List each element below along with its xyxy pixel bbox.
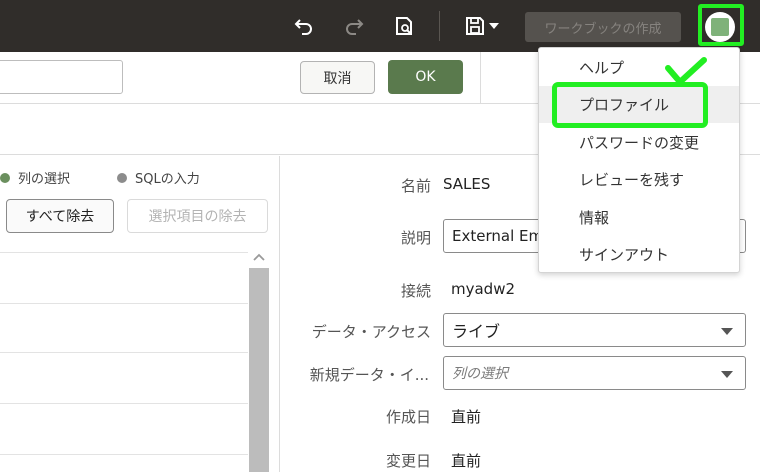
list-row[interactable] [0, 252, 248, 253]
description-label: 説明 [400, 229, 431, 247]
radio-unselected-dot [117, 172, 127, 183]
radio-enter-sql[interactable]: SQLの入力 [117, 168, 200, 187]
cancel-button[interactable]: 取消 [300, 61, 375, 94]
data-access-value: ライブ [452, 322, 501, 341]
menu-item-about[interactable]: 情報 [539, 199, 739, 236]
chevron-down-icon [721, 371, 733, 378]
connection-value: myadw2 [451, 280, 516, 298]
list-row[interactable] [0, 352, 248, 353]
modified-label: 変更日 [385, 452, 431, 470]
create-workbook-button[interactable]: ワークブックの作成 [525, 12, 681, 42]
dataset-name-input[interactable] [0, 60, 123, 94]
menu-item-leave-review[interactable]: レビューを残す [539, 161, 739, 198]
list-row[interactable] [0, 454, 248, 455]
name-label: 名前 [400, 177, 431, 195]
new-data-select[interactable]: 列の選択 [443, 356, 746, 390]
connection-label: 接続 [400, 282, 431, 300]
avatar-icon[interactable] [705, 12, 735, 42]
toolbar-separator [439, 11, 440, 41]
list-row[interactable] [0, 403, 248, 404]
list-row[interactable] [0, 303, 248, 304]
chevron-down-icon [721, 328, 733, 335]
scrollbar-thumb[interactable] [249, 268, 269, 472]
radio-select-columns-label: 列の選択 [18, 172, 71, 187]
menu-item-help[interactable]: ヘルプ [539, 49, 739, 86]
redo-icon[interactable] [341, 13, 367, 39]
preview-icon[interactable] [391, 13, 417, 39]
data-access-label: データ・アクセス [311, 323, 431, 341]
undo-icon[interactable] [291, 13, 317, 39]
data-access-select[interactable]: ライブ [443, 313, 746, 347]
top-toolbar: ワークブックの作成 [0, 0, 760, 52]
created-value: 直前 [451, 408, 482, 426]
ok-button[interactable]: OK [388, 60, 463, 94]
action-divider [480, 52, 481, 104]
avatar-image [711, 18, 729, 36]
scroll-up-icon[interactable] [251, 250, 267, 264]
radio-select-columns[interactable]: 列の選択 [0, 168, 70, 187]
checkmark-annotation-icon [665, 57, 707, 85]
new-data-label: 新規データ・イ... [309, 366, 429, 384]
created-label: 作成日 [385, 408, 431, 426]
name-value: SALES [443, 175, 491, 193]
remove-selected-button[interactable]: 選択項目の除去 [127, 199, 268, 233]
radio-selected-dot [0, 172, 10, 183]
new-data-placeholder: 列の選択 [452, 366, 508, 382]
chevron-down-icon[interactable] [484, 13, 504, 39]
remove-all-button[interactable]: すべて除去 [6, 199, 114, 233]
modified-value: 直前 [451, 452, 482, 470]
radio-enter-sql-label: SQLの入力 [135, 172, 200, 187]
user-menu: ヘルプ プロファイル パスワードの変更 レビューを残す 情報 サインアウト [538, 47, 740, 273]
menu-item-change-password[interactable]: パスワードの変更 [539, 124, 739, 161]
profile-highlight [552, 82, 708, 128]
menu-item-sign-out[interactable]: サインアウト [539, 236, 739, 273]
